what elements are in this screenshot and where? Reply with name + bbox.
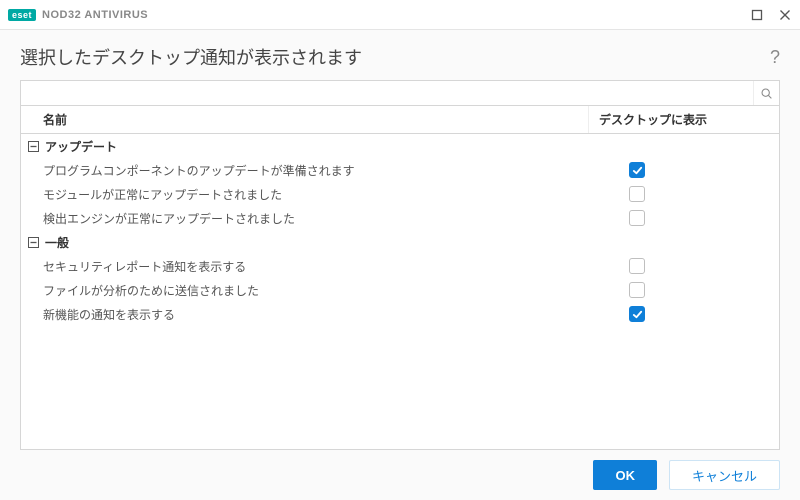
table-row: ファイルが分析のために送信されました <box>21 278 779 302</box>
item-check-cell <box>589 306 779 322</box>
close-button[interactable] <box>778 8 792 22</box>
group-row[interactable]: アップデート <box>21 134 779 158</box>
item-check-cell <box>589 258 779 274</box>
item-check-cell <box>589 282 779 298</box>
table-row: 検出エンジンが正常にアップデートされました <box>21 206 779 230</box>
brand: eset NOD32 ANTIVIRUS <box>8 9 148 21</box>
window-controls <box>750 8 792 22</box>
table-row: セキュリティレポート通知を表示する <box>21 254 779 278</box>
search-button[interactable] <box>753 81 779 105</box>
header: 選択したデスクトップ通知が表示されます ? <box>0 30 800 80</box>
item-label: セキュリティレポート通知を表示する <box>21 258 589 275</box>
item-check-cell <box>589 210 779 226</box>
item-check-cell <box>589 162 779 178</box>
search-input[interactable] <box>21 81 753 105</box>
table-row: 新機能の通知を表示する <box>21 302 779 326</box>
brand-badge: eset <box>8 9 36 21</box>
maximize-button[interactable] <box>750 8 764 22</box>
content: 名前 デスクトップに表示 アップデートプログラムコンポーネントのアップデートが準… <box>0 80 800 450</box>
table-row: プログラムコンポーネントのアップデートが準備されます <box>21 158 779 182</box>
table-body: アップデートプログラムコンポーネントのアップデートが準備されますモジュールが正常… <box>21 134 779 326</box>
item-label: 新機能の通知を表示する <box>21 306 589 323</box>
collapse-icon <box>27 236 39 248</box>
desktop-checkbox[interactable] <box>629 186 645 202</box>
search-icon <box>760 87 773 100</box>
table-header: 名前 デスクトップに表示 <box>21 106 779 134</box>
footer: OK キャンセル <box>0 450 800 500</box>
cancel-button[interactable]: キャンセル <box>669 460 780 490</box>
notification-table: 名前 デスクトップに表示 アップデートプログラムコンポーネントのアップデートが準… <box>20 106 780 450</box>
maximize-icon <box>751 9 763 21</box>
desktop-checkbox[interactable] <box>629 210 645 226</box>
item-label: 検出エンジンが正常にアップデートされました <box>21 210 589 227</box>
desktop-checkbox[interactable] <box>629 282 645 298</box>
group-label: 一般 <box>45 234 69 251</box>
group-row[interactable]: 一般 <box>21 230 779 254</box>
item-label: モジュールが正常にアップデートされました <box>21 186 589 203</box>
column-header-name: 名前 <box>21 106 589 133</box>
search-bar <box>20 80 780 106</box>
help-button[interactable]: ? <box>770 47 780 68</box>
item-check-cell <box>589 186 779 202</box>
page-title: 選択したデスクトップ通知が表示されます <box>20 44 362 70</box>
ok-button[interactable]: OK <box>593 460 657 490</box>
brand-product: NOD32 ANTIVIRUS <box>42 9 148 21</box>
app-window: eset NOD32 ANTIVIRUS 選択したデスクトップ通知が表示されます… <box>0 0 800 500</box>
titlebar: eset NOD32 ANTIVIRUS <box>0 0 800 30</box>
collapse-icon <box>27 140 39 152</box>
item-label: プログラムコンポーネントのアップデートが準備されます <box>21 162 589 179</box>
desktop-checkbox[interactable] <box>629 258 645 274</box>
desktop-checkbox[interactable] <box>629 306 645 322</box>
desktop-checkbox[interactable] <box>629 162 645 178</box>
group-label: アップデート <box>45 138 117 155</box>
close-icon <box>779 9 791 21</box>
table-row: モジュールが正常にアップデートされました <box>21 182 779 206</box>
item-label: ファイルが分析のために送信されました <box>21 282 589 299</box>
column-header-desktop: デスクトップに表示 <box>589 106 779 133</box>
